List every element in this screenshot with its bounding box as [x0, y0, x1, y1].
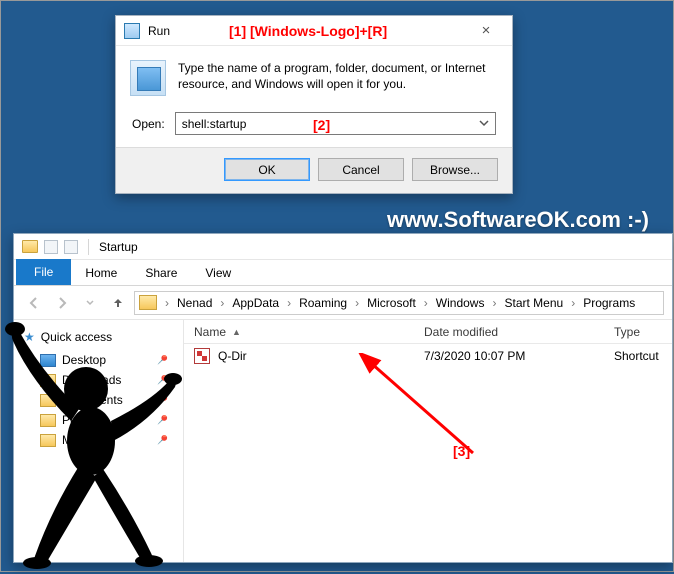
- qdir-icon: [194, 348, 210, 364]
- chevron-right-icon[interactable]: ›: [283, 296, 295, 310]
- col-date[interactable]: Date modified: [414, 325, 604, 339]
- annotation-1: [1] [Windows-Logo]+[R]: [229, 23, 387, 39]
- breadcrumb-folder-icon: [139, 295, 157, 310]
- qat-button-1[interactable]: [44, 240, 58, 254]
- browse-button[interactable]: Browse...: [412, 158, 498, 181]
- annotation-3: [3]: [453, 443, 470, 459]
- explorer-toolbar: › Nenad › AppData › Roaming › Microsoft …: [14, 286, 672, 320]
- quick-access-group[interactable]: ★ Quick access: [18, 326, 179, 348]
- explorer-titlebar[interactable]: Startup: [14, 234, 672, 260]
- recent-dropdown-icon[interactable]: [78, 291, 102, 315]
- run-icon: [124, 23, 140, 39]
- open-label: Open:: [132, 117, 165, 131]
- folder-icon: [40, 394, 56, 407]
- pin-icon: 📍: [153, 411, 172, 430]
- pin-icon: 📍: [153, 351, 172, 370]
- folder-icon: [40, 434, 56, 447]
- ok-button[interactable]: OK: [224, 158, 310, 181]
- nav-item-documents[interactable]: Documents📍: [36, 390, 179, 410]
- forward-button[interactable]: [50, 291, 74, 315]
- crumb-4[interactable]: Windows: [432, 296, 489, 310]
- nav-pane: ★ Quick access Desktop📍 Downloads📍 Docum…: [14, 320, 184, 562]
- chevron-right-icon[interactable]: ›: [161, 296, 173, 310]
- run-program-icon: [130, 60, 166, 96]
- tab-file[interactable]: File: [16, 259, 71, 285]
- sort-asc-icon: ▲: [232, 327, 241, 337]
- tab-share[interactable]: Share: [131, 260, 191, 285]
- ribbon-tabs: File Home Share View: [14, 260, 672, 286]
- folder-icon: [22, 240, 38, 253]
- nav-item-music[interactable]: Music📍: [36, 430, 179, 450]
- back-button[interactable]: [22, 291, 46, 315]
- tab-view[interactable]: View: [191, 260, 245, 285]
- nav-item-desktop[interactable]: Desktop📍: [36, 350, 179, 370]
- chevron-right-icon[interactable]: ›: [216, 296, 228, 310]
- nav-item-pictures[interactable]: Pictures📍: [36, 410, 179, 430]
- quick-access-toolbar: [44, 240, 78, 254]
- run-description: Type the name of a program, folder, docu…: [178, 60, 496, 92]
- crumb-0[interactable]: Nenad: [173, 296, 216, 310]
- chevron-down-icon[interactable]: [477, 116, 491, 130]
- run-dialog: Run × Type the name of a program, folder…: [115, 15, 513, 194]
- pin-icon: 📍: [153, 431, 172, 450]
- column-headers: Name▲ Date modified Type: [184, 320, 672, 344]
- file-list: Name▲ Date modified Type Q-Dir 7/3/2020 …: [184, 320, 672, 562]
- open-combobox[interactable]: shell:startup: [175, 112, 496, 135]
- col-name[interactable]: Name▲: [184, 325, 414, 339]
- tab-home[interactable]: Home: [71, 260, 131, 285]
- desktop-icon: [40, 354, 56, 367]
- file-type: Shortcut: [604, 349, 672, 363]
- chevron-right-icon[interactable]: ›: [567, 296, 579, 310]
- pin-icon: 📍: [153, 371, 172, 390]
- breadcrumb[interactable]: › Nenad › AppData › Roaming › Microsoft …: [134, 291, 664, 315]
- folder-icon: [40, 374, 56, 387]
- qat-button-2[interactable]: [64, 240, 78, 254]
- open-value: shell:startup: [182, 117, 247, 131]
- crumb-6[interactable]: Programs: [579, 296, 639, 310]
- annotation-2: [2]: [313, 117, 330, 133]
- crumb-2[interactable]: Roaming: [295, 296, 351, 310]
- crumb-5[interactable]: Start Menu: [500, 296, 567, 310]
- folder-icon: [40, 414, 56, 427]
- star-icon: ★: [24, 330, 35, 344]
- close-icon[interactable]: ×: [466, 16, 506, 46]
- cancel-button[interactable]: Cancel: [318, 158, 404, 181]
- file-name: Q-Dir: [218, 349, 247, 363]
- explorer-title-text: Startup: [99, 240, 138, 254]
- watermark-text: www.SoftwareOK.com :-): [387, 207, 649, 233]
- nav-item-downloads[interactable]: Downloads📍: [36, 370, 179, 390]
- pin-icon: 📍: [153, 391, 172, 410]
- file-date: 7/3/2020 10:07 PM: [414, 349, 604, 363]
- col-type[interactable]: Type: [604, 325, 672, 339]
- crumb-1[interactable]: AppData: [228, 296, 283, 310]
- explorer-window: Startup File Home Share View › Nenad › A…: [13, 233, 673, 563]
- crumb-3[interactable]: Microsoft: [363, 296, 420, 310]
- file-row[interactable]: Q-Dir 7/3/2020 10:07 PM Shortcut: [184, 344, 672, 368]
- chevron-right-icon[interactable]: ›: [351, 296, 363, 310]
- up-button[interactable]: [106, 291, 130, 315]
- chevron-right-icon[interactable]: ›: [420, 296, 432, 310]
- chevron-right-icon[interactable]: ›: [488, 296, 500, 310]
